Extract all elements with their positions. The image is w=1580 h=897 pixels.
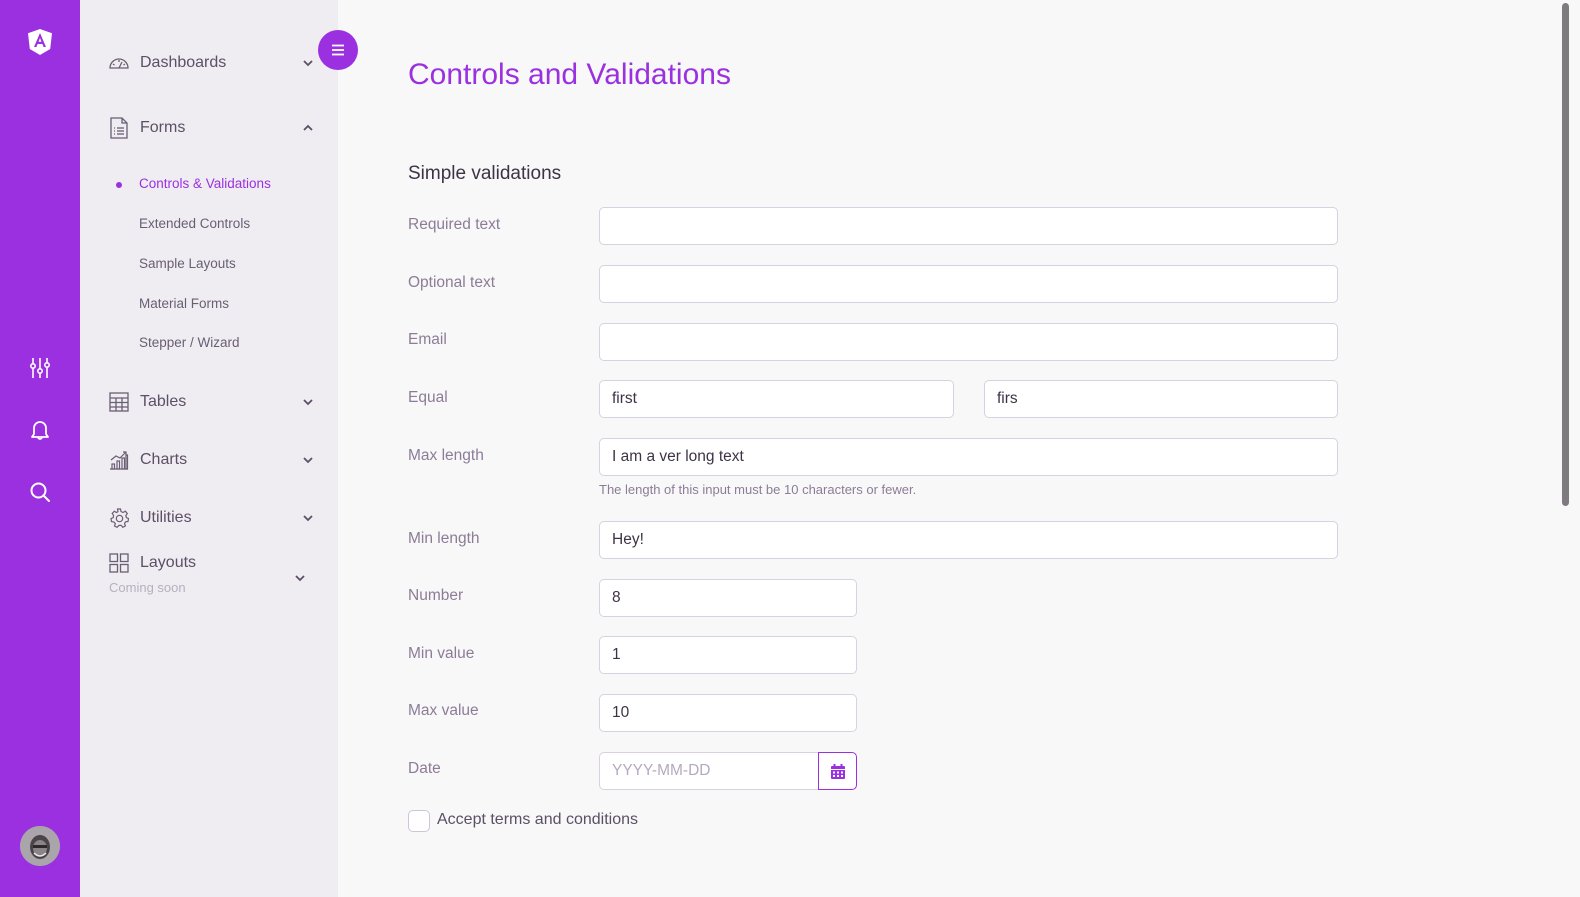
search-icon[interactable]: [28, 480, 52, 504]
section-title: Simple validations: [408, 163, 562, 184]
bell-icon[interactable]: [28, 418, 52, 442]
sidebar-item-label: Dashboards: [140, 54, 227, 71]
min-length-label: Min length: [408, 530, 480, 547]
sidebar-item-label: Utilities: [140, 509, 192, 526]
hamburger-icon: [332, 44, 344, 56]
sidebar-item-label: Charts: [140, 451, 188, 468]
avatar-image: [20, 826, 60, 866]
chevron-down-icon: [303, 457, 313, 464]
table-icon: [108, 391, 130, 413]
equal-first-input[interactable]: [599, 380, 954, 418]
sidebar-subitem-controls-validations[interactable]: Controls & Validations: [139, 176, 271, 191]
document-icon: [108, 117, 130, 139]
gear-icon: [108, 507, 130, 529]
chevron-down-icon: [303, 60, 313, 67]
date-label: Date: [408, 760, 441, 777]
max-value-label: Max value: [408, 702, 479, 719]
max-length-label: Max length: [408, 447, 484, 464]
chart-icon: [108, 449, 130, 471]
grid-icon: [108, 552, 130, 574]
sidebar-subitem-stepper-wizard[interactable]: Stepper / Wizard: [139, 335, 240, 350]
coming-soon-label: Coming soon: [109, 580, 186, 595]
equal-label: Equal: [408, 389, 448, 406]
sidebar-item-forms[interactable]: Forms: [108, 113, 318, 143]
optional-text-label: Optional text: [408, 274, 496, 291]
main-content: Controls and Validations Simple validati…: [338, 0, 1560, 897]
accept-terms-label[interactable]: Accept terms and conditions: [437, 811, 638, 829]
date-picker-button[interactable]: [818, 752, 857, 790]
sidebar-subitem-extended-controls[interactable]: Extended Controls: [139, 216, 250, 231]
page-scrollbar[interactable]: [1562, 3, 1569, 506]
sidebar-item-dashboards[interactable]: Dashboards: [108, 48, 318, 78]
app-rail: [0, 0, 80, 897]
number-label: Number: [408, 587, 464, 604]
required-text-input[interactable]: [599, 207, 1338, 245]
sidebar-item-label: Layouts: [140, 554, 197, 571]
sidebar-item-label: Forms: [140, 119, 186, 136]
sidebar: Dashboards Forms Controls & Validations …: [80, 0, 338, 897]
sliders-icon[interactable]: [28, 356, 52, 380]
max-length-input[interactable]: [599, 438, 1338, 476]
required-text-label: Required text: [408, 216, 501, 233]
chevron-down-icon: [303, 399, 313, 406]
max-value-input[interactable]: [599, 694, 857, 732]
email-label: Email: [408, 331, 447, 348]
active-indicator-dot: [116, 182, 122, 188]
sidebar-subitem-sample-layouts[interactable]: Sample Layouts: [139, 256, 236, 271]
min-length-input[interactable]: [599, 521, 1338, 559]
optional-text-input[interactable]: [599, 265, 1338, 303]
gauge-icon: [108, 52, 130, 74]
sidebar-subitem-material-forms[interactable]: Material Forms: [139, 296, 229, 311]
angular-logo-icon[interactable]: [28, 29, 52, 55]
sidebar-item-layouts[interactable]: Layouts: [108, 548, 318, 578]
menu-toggle-button[interactable]: [318, 30, 358, 70]
date-input[interactable]: [599, 752, 819, 790]
min-value-label: Min value: [408, 645, 475, 662]
number-input[interactable]: [599, 579, 857, 617]
equal-second-input[interactable]: [984, 380, 1338, 418]
sidebar-item-utilities[interactable]: Utilities: [108, 503, 318, 533]
min-value-input[interactable]: [599, 636, 857, 674]
chevron-down-icon[interactable]: [294, 572, 306, 584]
page-title: Controls and Validations: [408, 58, 731, 91]
sidebar-item-tables[interactable]: Tables: [108, 387, 318, 417]
max-length-help-text: The length of this input must be 10 char…: [599, 482, 917, 497]
accept-terms-checkbox[interactable]: [408, 810, 430, 832]
chevron-up-icon: [303, 124, 313, 131]
user-avatar[interactable]: [20, 826, 60, 866]
chevron-down-icon: [303, 515, 313, 522]
calendar-icon: [830, 763, 845, 779]
sidebar-item-charts[interactable]: Charts: [108, 445, 318, 475]
sidebar-item-label: Tables: [140, 393, 187, 410]
email-input[interactable]: [599, 323, 1338, 361]
